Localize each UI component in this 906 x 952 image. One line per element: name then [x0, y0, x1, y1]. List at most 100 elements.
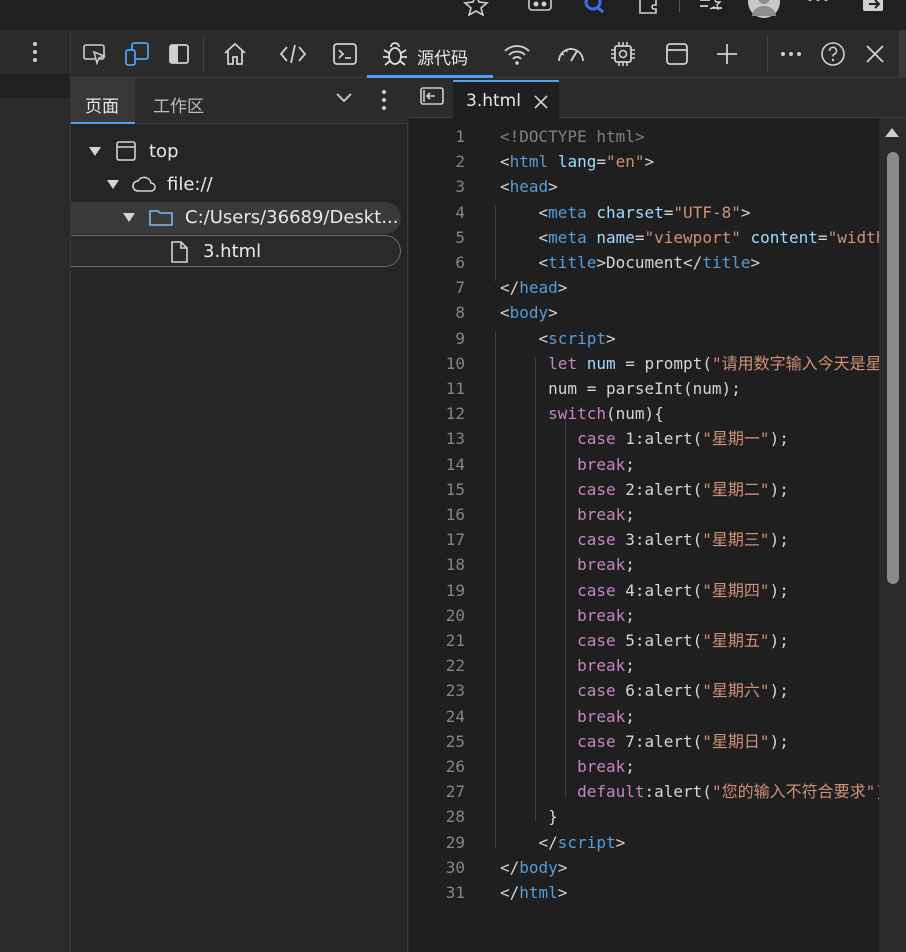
close-icon[interactable]: [859, 38, 891, 70]
vertical-scrollbar[interactable]: [879, 118, 906, 952]
dock-side-icon[interactable]: [163, 38, 195, 70]
close-icon[interactable]: [533, 94, 549, 110]
code-line[interactable]: <!DOCTYPE html>: [500, 124, 645, 149]
line-number[interactable]: 16: [409, 502, 465, 527]
code-line[interactable]: break;: [500, 552, 635, 577]
code-line[interactable]: case 1:alert("星期一");: [500, 426, 789, 451]
line-number[interactable]: 26: [409, 754, 465, 779]
line-number[interactable]: 27: [409, 779, 465, 804]
code-line[interactable]: case 3:alert("星期三");: [500, 527, 789, 552]
code-line[interactable]: <head>: [500, 174, 558, 199]
line-number[interactable]: 21: [409, 628, 465, 653]
star-icon[interactable]: [463, 0, 489, 16]
code-line[interactable]: num = parseInt(num);: [500, 376, 741, 401]
code-line[interactable]: case 7:alert("星期日");: [500, 729, 789, 754]
expand-triangle-icon[interactable]: [89, 147, 101, 156]
line-number[interactable]: 19: [409, 578, 465, 603]
code-line[interactable]: case 6:alert("星期六");: [500, 678, 789, 703]
code-line[interactable]: break;: [500, 603, 635, 628]
line-number[interactable]: 31: [409, 880, 465, 905]
more-tools-icon[interactable]: [775, 38, 807, 70]
more-icon[interactable]: [806, 0, 830, 10]
line-number[interactable]: 24: [409, 704, 465, 729]
code-line[interactable]: </html>: [500, 880, 567, 905]
favorites-list-icon[interactable]: [698, 0, 724, 14]
code-line[interactable]: <html lang="en">: [500, 149, 654, 174]
welcome-home-icon[interactable]: [219, 38, 251, 70]
elements-icon[interactable]: [277, 38, 309, 70]
code-line[interactable]: <title>Document</title>: [500, 250, 761, 275]
line-number[interactable]: 25: [409, 729, 465, 754]
line-number[interactable]: 4: [409, 200, 465, 225]
tree-item-folder[interactable]: C:/Users/36689/Deskt...: [71, 202, 401, 234]
expand-triangle-icon[interactable]: [107, 180, 119, 189]
code-line[interactable]: </script>: [500, 830, 626, 855]
reading-view-icon[interactable]: [527, 0, 553, 14]
line-number[interactable]: 18: [409, 552, 465, 577]
chevron-down-icon[interactable]: [335, 92, 353, 104]
code-line[interactable]: case 2:alert("星期二");: [500, 477, 789, 502]
toggle-navigator-icon[interactable]: [419, 86, 445, 106]
inspect-element-icon[interactable]: [79, 38, 111, 70]
code-line[interactable]: break;: [500, 754, 635, 779]
editor-file-tab[interactable]: 3.html: [453, 80, 559, 118]
console-icon[interactable]: [329, 38, 361, 70]
line-number[interactable]: 1: [409, 124, 465, 149]
code-line[interactable]: }: [500, 804, 558, 829]
more-icon[interactable]: [28, 40, 42, 64]
tree-item-top[interactable]: top: [71, 136, 401, 168]
code-line[interactable]: break;: [500, 502, 635, 527]
line-number[interactable]: 6: [409, 250, 465, 275]
code-line[interactable]: break;: [500, 653, 635, 678]
search-extension-icon[interactable]: [583, 0, 605, 14]
code-line[interactable]: case 5:alert("星期五");: [500, 628, 789, 653]
code-line[interactable]: <script>: [500, 326, 616, 351]
code-line[interactable]: case 4:alert("星期四");: [500, 578, 789, 603]
network-wifi-icon[interactable]: [501, 38, 533, 70]
code-line[interactable]: </head>: [500, 275, 567, 300]
line-number[interactable]: 14: [409, 452, 465, 477]
line-number[interactable]: 8: [409, 300, 465, 325]
add-tool-icon[interactable]: [711, 38, 743, 70]
line-number[interactable]: 29: [409, 830, 465, 855]
tree-item-file[interactable]: 3.html: [71, 235, 401, 267]
line-number[interactable]: 5: [409, 225, 465, 250]
code-line[interactable]: let num = prompt("请用数字输入今天是星期几");: [500, 351, 879, 376]
extensions-icon[interactable]: [636, 0, 660, 14]
line-number[interactable]: 11: [409, 376, 465, 401]
line-number[interactable]: 13: [409, 426, 465, 451]
memory-chip-icon[interactable]: [607, 38, 639, 70]
devtools-resize-edge[interactable]: [899, 30, 906, 78]
line-number[interactable]: 10: [409, 351, 465, 376]
expand-triangle-icon[interactable]: [123, 213, 135, 222]
scrollbar-thumb[interactable]: [887, 152, 899, 584]
profile-avatar[interactable]: [746, 0, 782, 18]
code-line[interactable]: <meta charset="UTF-8">: [500, 200, 751, 225]
line-number[interactable]: 12: [409, 401, 465, 426]
code-line[interactable]: <meta name="viewport" content="width=dev…: [500, 225, 879, 250]
line-number[interactable]: 17: [409, 527, 465, 552]
application-icon[interactable]: [661, 38, 693, 70]
code-line[interactable]: break;: [500, 452, 635, 477]
line-number[interactable]: 2: [409, 149, 465, 174]
tab-sources[interactable]: 源代码: [367, 30, 493, 78]
code-line[interactable]: default:alert("您的输入不符合要求");: [500, 779, 879, 804]
more-icon[interactable]: [377, 88, 391, 112]
line-number[interactable]: 28: [409, 804, 465, 829]
line-number[interactable]: 20: [409, 603, 465, 628]
scroll-up-arrow-icon[interactable]: [885, 128, 899, 137]
line-number[interactable]: 9: [409, 326, 465, 351]
line-number[interactable]: 3: [409, 174, 465, 199]
tab-page[interactable]: 页面: [71, 78, 135, 124]
code-line[interactable]: switch(num){: [500, 401, 664, 426]
line-number[interactable]: 7: [409, 275, 465, 300]
code-line[interactable]: break;: [500, 704, 635, 729]
code-line[interactable]: <body>: [500, 300, 558, 325]
exit-icon[interactable]: [861, 0, 887, 13]
line-number[interactable]: 22: [409, 653, 465, 678]
tree-item-origin[interactable]: file://: [71, 169, 401, 201]
line-number[interactable]: 23: [409, 678, 465, 703]
help-icon[interactable]: [817, 38, 849, 70]
performance-gauge-icon[interactable]: [555, 38, 587, 70]
code-area[interactable]: 1 2 3 4 5 6 7 8 9 10 11 12 13 14 15 16 17 18 19 20 21 22 23 24 2…: [409, 118, 879, 952]
